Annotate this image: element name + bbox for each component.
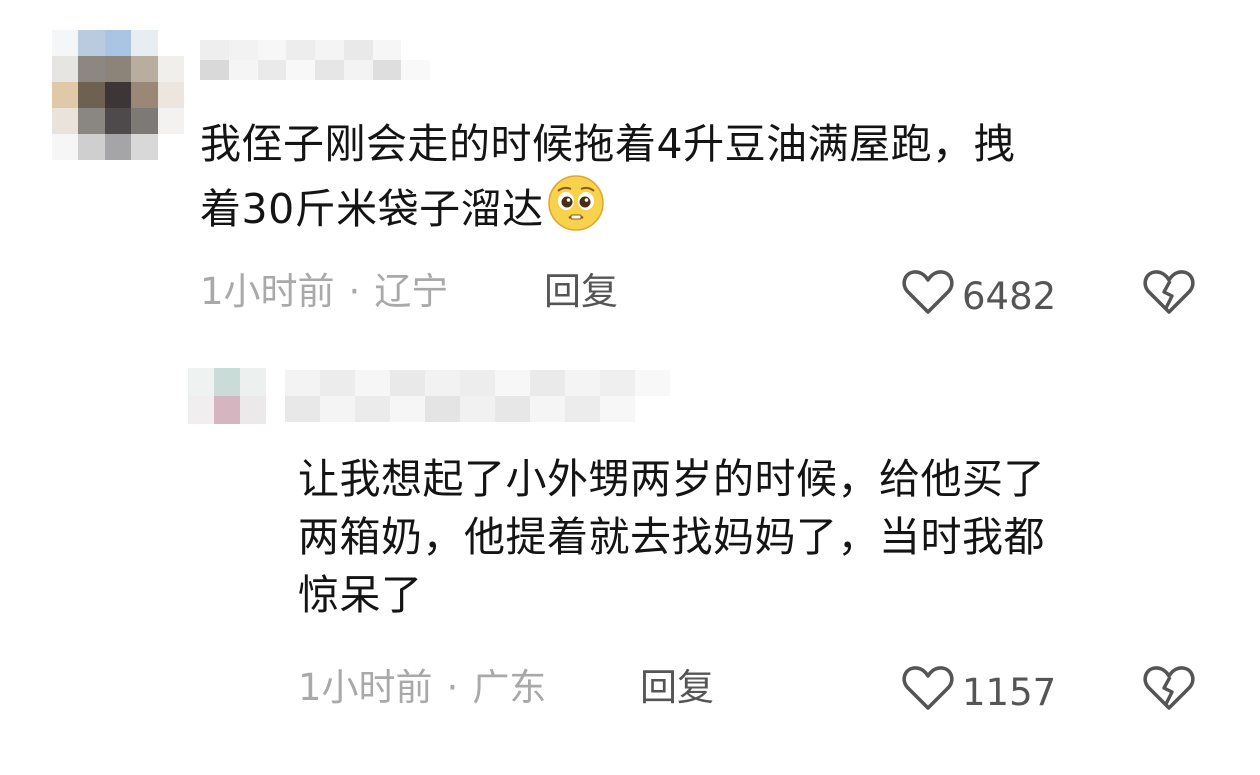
like-count: 1157 <box>962 671 1057 714</box>
username-blurred[interactable] <box>285 370 705 422</box>
heart-outline-icon <box>902 664 962 722</box>
like-count: 6482 <box>962 275 1057 318</box>
meta-separator: · <box>446 666 459 709</box>
location: 辽宁 <box>374 270 449 313</box>
comment-text: 我侄子刚会走的时候拖着4升豆油满屋跑，拽 着30斤米袋子溜达 <box>200 120 1016 233</box>
like-button[interactable]: 6482 <box>902 268 1056 326</box>
comment-meta: 1小时前 · 辽宁 <box>200 270 448 314</box>
broken-heart-icon <box>1143 666 1195 716</box>
timestamp: 1小时前 <box>298 666 433 709</box>
reply-button[interactable]: 回复 <box>544 270 618 314</box>
like-button[interactable]: 1157 <box>902 664 1056 722</box>
meta-separator: · <box>348 270 361 313</box>
timestamp: 1小时前 <box>200 270 335 313</box>
location: 广东 <box>472 666 547 709</box>
dislike-button[interactable] <box>1143 664 1195 716</box>
heart-outline-icon <box>902 268 962 326</box>
comment-text: 让我想起了小外甥两岁的时候，给他买了 两箱奶，他提着就去找妈妈了，当时我都 惊呆… <box>298 455 1045 619</box>
username-blurred[interactable] <box>200 40 430 80</box>
dislike-button[interactable] <box>1143 268 1195 320</box>
broken-heart-icon <box>1143 270 1195 320</box>
reply-button[interactable]: 回复 <box>640 666 714 710</box>
comment-meta: 1小时前 · 广东 <box>298 666 546 710</box>
avatar[interactable] <box>188 368 266 424</box>
avatar[interactable] <box>52 30 184 160</box>
pleading-face-emoji <box>546 173 606 233</box>
